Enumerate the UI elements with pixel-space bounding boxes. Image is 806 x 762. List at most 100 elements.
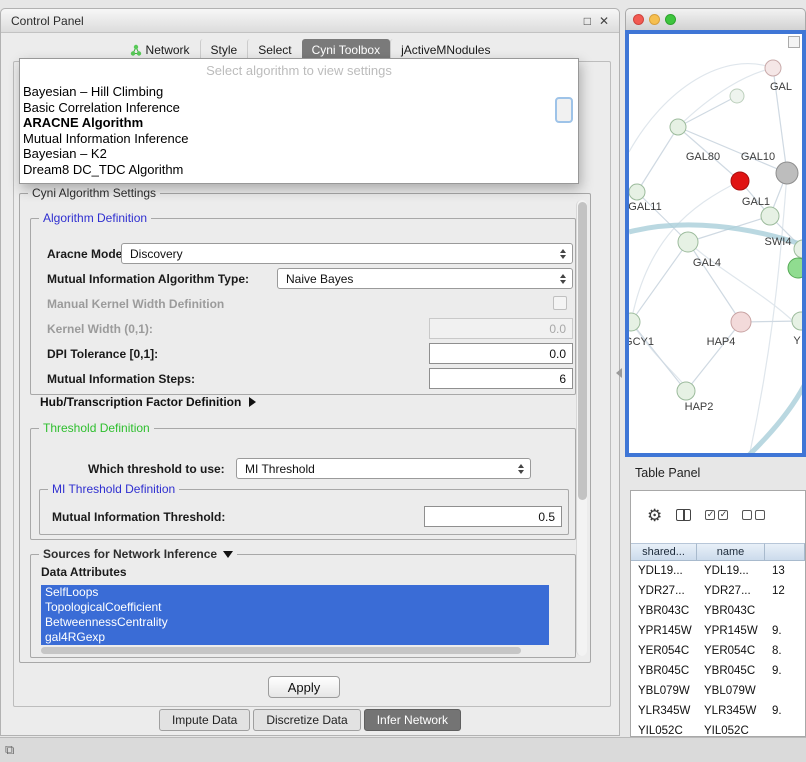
zoom-traffic-light-icon[interactable] (665, 14, 676, 25)
sources-title: Sources for Network Inference (43, 547, 217, 561)
table-row[interactable]: YER054CYER054C8. (631, 641, 805, 661)
table-cell: YER054C (631, 641, 697, 661)
table-header: shared...name (631, 543, 805, 561)
control-panel-title: Control Panel (11, 14, 84, 28)
close-traffic-light-icon[interactable] (633, 14, 644, 25)
network-node[interactable] (730, 89, 744, 103)
table-row[interactable]: YDR27...YDR27...12 (631, 581, 805, 601)
gear-icon[interactable]: ⚙ (647, 507, 662, 524)
network-node[interactable] (670, 119, 686, 135)
table-row[interactable]: YBR043CYBR043C (631, 601, 805, 621)
table-row[interactable]: YDL19...YDL19...13 (631, 561, 805, 581)
table-row[interactable]: YBR045CYBR045C9. (631, 661, 805, 681)
network-edge (686, 322, 741, 391)
node-label: GAL10 (741, 151, 775, 163)
table-row[interactable]: YIL052CYIL052C (631, 721, 805, 737)
algorithm-option[interactable]: Dream8 DC_TDC Algorithm (20, 162, 578, 178)
restore-panel-icon[interactable]: ⧉ (5, 742, 14, 758)
hub-section-header[interactable]: Hub/Transcription Factor Definition (40, 395, 256, 409)
columns-icon[interactable] (676, 509, 691, 521)
aracne-mode-select[interactable]: Discovery (121, 243, 573, 264)
settings-scrollbar[interactable] (576, 200, 587, 656)
mi-threshold-label: Mutual Information Threshold: (52, 510, 225, 524)
close-window-icon[interactable]: ✕ (599, 14, 609, 28)
column-header[interactable] (765, 543, 805, 561)
column-header[interactable]: shared... (631, 543, 697, 561)
table-cell: YDR27... (697, 581, 765, 601)
network-edge (637, 192, 688, 242)
algorithm-option[interactable]: Mutual Information Inference (20, 131, 578, 147)
bottom-tabbar: Impute DataDiscretize DataInfer Network (1, 709, 619, 731)
table-body: YDL19...YDL19...13YDR27...YDR27...12YBR0… (631, 561, 805, 737)
splitpane-toggle-icon[interactable] (616, 368, 622, 378)
status-bar: ⧉ (0, 737, 806, 762)
deselect-all-icon[interactable] (742, 510, 765, 520)
table-cell: YBL079W (697, 681, 765, 701)
node-label: SWI4 (765, 236, 792, 248)
attribute-list-hscrollbar[interactable] (41, 647, 521, 654)
network-node[interactable] (731, 172, 749, 190)
algorithm-option[interactable]: Bayesian – Hill Climbing (20, 84, 578, 100)
table-row[interactable]: YLR345WYLR345W9. (631, 701, 805, 721)
table-cell: YIL052C (631, 721, 697, 737)
attribute-item[interactable]: TopologicalCoefficient (41, 600, 549, 615)
network-node[interactable] (629, 184, 645, 200)
dpi-tolerance-field[interactable] (429, 343, 573, 364)
sources-header[interactable]: Sources for Network Inference (39, 547, 237, 561)
mi-type-select[interactable]: Naive Bayes (277, 268, 573, 289)
scrollbar-corner (788, 36, 800, 48)
network-node[interactable] (765, 60, 781, 76)
network-node[interactable] (629, 313, 640, 331)
tab-label: Style (211, 43, 238, 57)
network-node[interactable] (788, 258, 802, 278)
float-window-icon[interactable]: □ (584, 14, 591, 28)
table-panel-title: Table Panel (635, 466, 700, 480)
attribute-list: SelfLoopsTopologicalCoefficientBetweenne… (41, 585, 549, 645)
network-node[interactable] (761, 207, 779, 225)
node-label: GAL1 (742, 196, 770, 208)
algorithm-popup-placeholder: Select algorithm to view settings (20, 59, 578, 84)
manual-kernel-label: Manual Kernel Width Definition (47, 297, 224, 311)
algorithm-definition-group: Algorithm Definition Aracne Mode: Discov… (30, 218, 576, 395)
tab-label: Cyni Toolbox (312, 43, 380, 57)
node-label: GAL4 (693, 257, 721, 269)
sources-group: Sources for Network Inference Data Attri… (30, 554, 576, 658)
mi-steps-field[interactable] (429, 368, 573, 389)
mi-threshold-field[interactable] (424, 506, 562, 527)
algorithm-option[interactable]: Bayesian – K2 (20, 146, 578, 162)
network-canvas[interactable]: GALGAL80GAL10GAL11GAL1SWI4GAL4GCY1HAP4YH… (625, 30, 806, 457)
network-node[interactable] (792, 312, 802, 330)
algorithm-option[interactable]: ARACNE Algorithm (20, 115, 578, 131)
tab-label: jActiveMNodules (401, 43, 490, 57)
table-cell: YER054C (697, 641, 765, 661)
scrollbar-thumb[interactable] (578, 202, 587, 500)
mi-threshold-group: MI Threshold Definition Mutual Informati… (39, 489, 569, 535)
algorithm-option[interactable]: Basic Correlation Inference (20, 100, 578, 116)
attribute-item[interactable]: gal4RGexp (41, 630, 549, 645)
network-node[interactable] (731, 312, 751, 332)
table-row[interactable]: YBL079WYBL079W (631, 681, 805, 701)
minimize-traffic-light-icon[interactable] (649, 14, 660, 25)
network-node[interactable] (677, 382, 695, 400)
attribute-item[interactable]: SelfLoops (41, 585, 549, 600)
column-header[interactable]: name (697, 543, 765, 561)
network-node[interactable] (776, 162, 798, 184)
network-graph: GALGAL80GAL10GAL11GAL1SWI4GAL4GCY1HAP4YH… (629, 34, 802, 453)
table-toolbar: ⚙ (631, 503, 805, 527)
apply-button[interactable]: Apply (268, 676, 340, 698)
attribute-item[interactable]: BetweennessCentrality (41, 615, 549, 630)
which-threshold-label: Which threshold to use: (88, 462, 225, 476)
network-edge (631, 242, 688, 322)
which-threshold-select[interactable]: MI Threshold (236, 458, 531, 479)
table-panel: ⚙ shared...name YDL19...YDL19...13YDR27.… (630, 490, 806, 737)
tab-infer-network[interactable]: Infer Network (364, 709, 461, 731)
network-node[interactable] (678, 232, 698, 252)
table-cell: YBR043C (697, 601, 765, 621)
network-edge (688, 242, 741, 322)
table-row[interactable]: YPR145WYPR145W9. (631, 621, 805, 641)
tab-impute-data[interactable]: Impute Data (159, 709, 250, 731)
select-all-icon[interactable] (705, 510, 728, 520)
table-cell: 9. (765, 661, 805, 681)
node-label: HAP4 (707, 336, 736, 348)
tab-discretize-data[interactable]: Discretize Data (253, 709, 360, 731)
